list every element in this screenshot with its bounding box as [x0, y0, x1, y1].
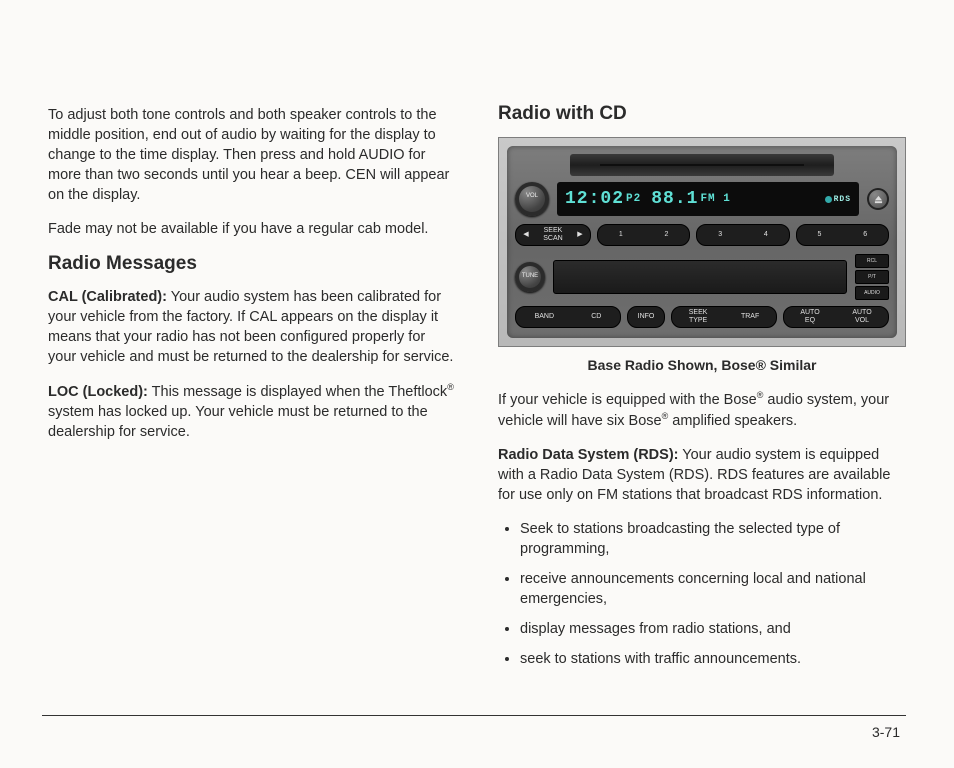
- bottom-button-row: BAND CD INFO SEEK TYPE TRAF AUTO EQ AU: [515, 306, 889, 328]
- preset-5: 5: [818, 231, 822, 239]
- preset-3: 3: [718, 231, 722, 239]
- footer-rule: [42, 715, 906, 716]
- tune-knob: TUNE: [515, 262, 545, 292]
- auto-vol-button: AUTO VOL: [852, 309, 871, 325]
- manual-page: To adjust both tone controls and both sp…: [0, 0, 954, 768]
- square-button-stack: RCL P/T AUDIO: [855, 254, 889, 300]
- radio-illustration: VOL 12:02 P2 88.1 FM 1 RDS: [498, 137, 906, 347]
- seek-right-icon: ▶: [577, 231, 582, 239]
- bullet-3: display messages from radio stations, an…: [520, 619, 906, 639]
- rds-paragraph: Radio Data System (RDS): Your audio syst…: [498, 445, 906, 505]
- right-column: Radio with CD VOL 12:02 P2 88.1 FM 1 RDS: [498, 105, 906, 679]
- volume-knob: VOL: [515, 182, 549, 216]
- radio-display: 12:02 P2 88.1 FM 1 RDS: [557, 182, 859, 216]
- loc-text-2: system has locked up. Your vehicle must …: [48, 404, 428, 440]
- preset-group-2: 3 4: [696, 224, 789, 246]
- loc-text-1: This message is displayed when the Theft…: [148, 384, 447, 400]
- bose-paragraph: If your vehicle is equipped with the Bos…: [498, 389, 906, 431]
- loc-label: LOC (Locked):: [48, 384, 148, 400]
- radio-bezel: VOL 12:02 P2 88.1 FM 1 RDS: [507, 146, 897, 338]
- bullet-2: receive announcements concerning local a…: [520, 569, 906, 609]
- bose-text-3: amplified speakers.: [668, 413, 797, 429]
- page-number: 3-71: [872, 724, 900, 740]
- rds-label: Radio Data System (RDS):: [498, 447, 678, 463]
- display-time: 12:02: [565, 189, 624, 209]
- bullet-4: seek to stations with traffic announceme…: [520, 649, 906, 669]
- seek-scan-label: SEEK SCAN: [543, 227, 562, 243]
- preset-group-1: 1 2: [597, 224, 690, 246]
- cd-slot: [570, 154, 834, 176]
- info-button: INFO: [638, 313, 655, 321]
- registered-mark: ®: [447, 382, 454, 392]
- cassette-slot: [553, 260, 847, 294]
- cd-button: CD: [591, 313, 601, 321]
- radio-messages-heading: Radio Messages: [48, 253, 456, 275]
- loc-paragraph: LOC (Locked): This message is displayed …: [48, 381, 456, 442]
- preset-group-3: 5 6: [796, 224, 889, 246]
- preset-1: 1: [619, 231, 623, 239]
- preset-row: ◀ SEEK SCAN ▶ 1 2 3 4 5: [515, 224, 889, 246]
- seek-scan-group: ◀ SEEK SCAN ▶: [515, 224, 591, 246]
- info-group: INFO: [627, 306, 665, 328]
- seek-traf-group: SEEK TYPE TRAF: [671, 306, 777, 328]
- rds-bullet-list: Seek to stations broadcasting the select…: [498, 519, 906, 669]
- rds-indicator: RDS: [825, 195, 851, 204]
- pt-button: P/T: [855, 270, 889, 284]
- auto-group: AUTO EQ AUTO VOL: [783, 306, 889, 328]
- cal-paragraph: CAL (Calibrated): Your audio system has …: [48, 287, 456, 367]
- band-button: BAND: [535, 313, 554, 321]
- radio-with-cd-heading: Radio with CD: [498, 103, 906, 125]
- rcl-button: RCL: [855, 254, 889, 268]
- audio-button: AUDIO: [855, 286, 889, 300]
- left-column: To adjust both tone controls and both sp…: [48, 105, 456, 679]
- radio-caption: Base Radio Shown, Bose® Similar: [498, 357, 906, 373]
- display-frequency: 88.1: [651, 189, 698, 209]
- radio-top-row: VOL 12:02 P2 88.1 FM 1 RDS: [515, 182, 889, 216]
- seek-left-icon: ◀: [523, 231, 528, 239]
- tone-controls-paragraph: To adjust both tone controls and both sp…: [48, 105, 456, 205]
- radio-bottom-row: TUNE RCL P/T AUDIO: [515, 254, 889, 300]
- display-preset: P2: [626, 193, 641, 205]
- preset-4: 4: [764, 231, 768, 239]
- preset-6: 6: [863, 231, 867, 239]
- traf-button: TRAF: [741, 313, 759, 321]
- preset-2: 2: [665, 231, 669, 239]
- fade-note-paragraph: Fade may not be available if you have a …: [48, 219, 456, 239]
- band-cd-group: BAND CD: [515, 306, 621, 328]
- two-column-layout: To adjust both tone controls and both sp…: [48, 105, 906, 679]
- bullet-1: Seek to stations broadcasting the select…: [520, 519, 906, 559]
- bose-text-1: If your vehicle is equipped with the Bos…: [498, 392, 757, 408]
- auto-eq-button: AUTO EQ: [800, 309, 819, 325]
- seek-type-button: SEEK TYPE: [689, 309, 708, 325]
- cal-label: CAL (Calibrated):: [48, 289, 167, 305]
- eject-button-icon: [867, 188, 889, 210]
- display-band: FM 1: [700, 193, 730, 205]
